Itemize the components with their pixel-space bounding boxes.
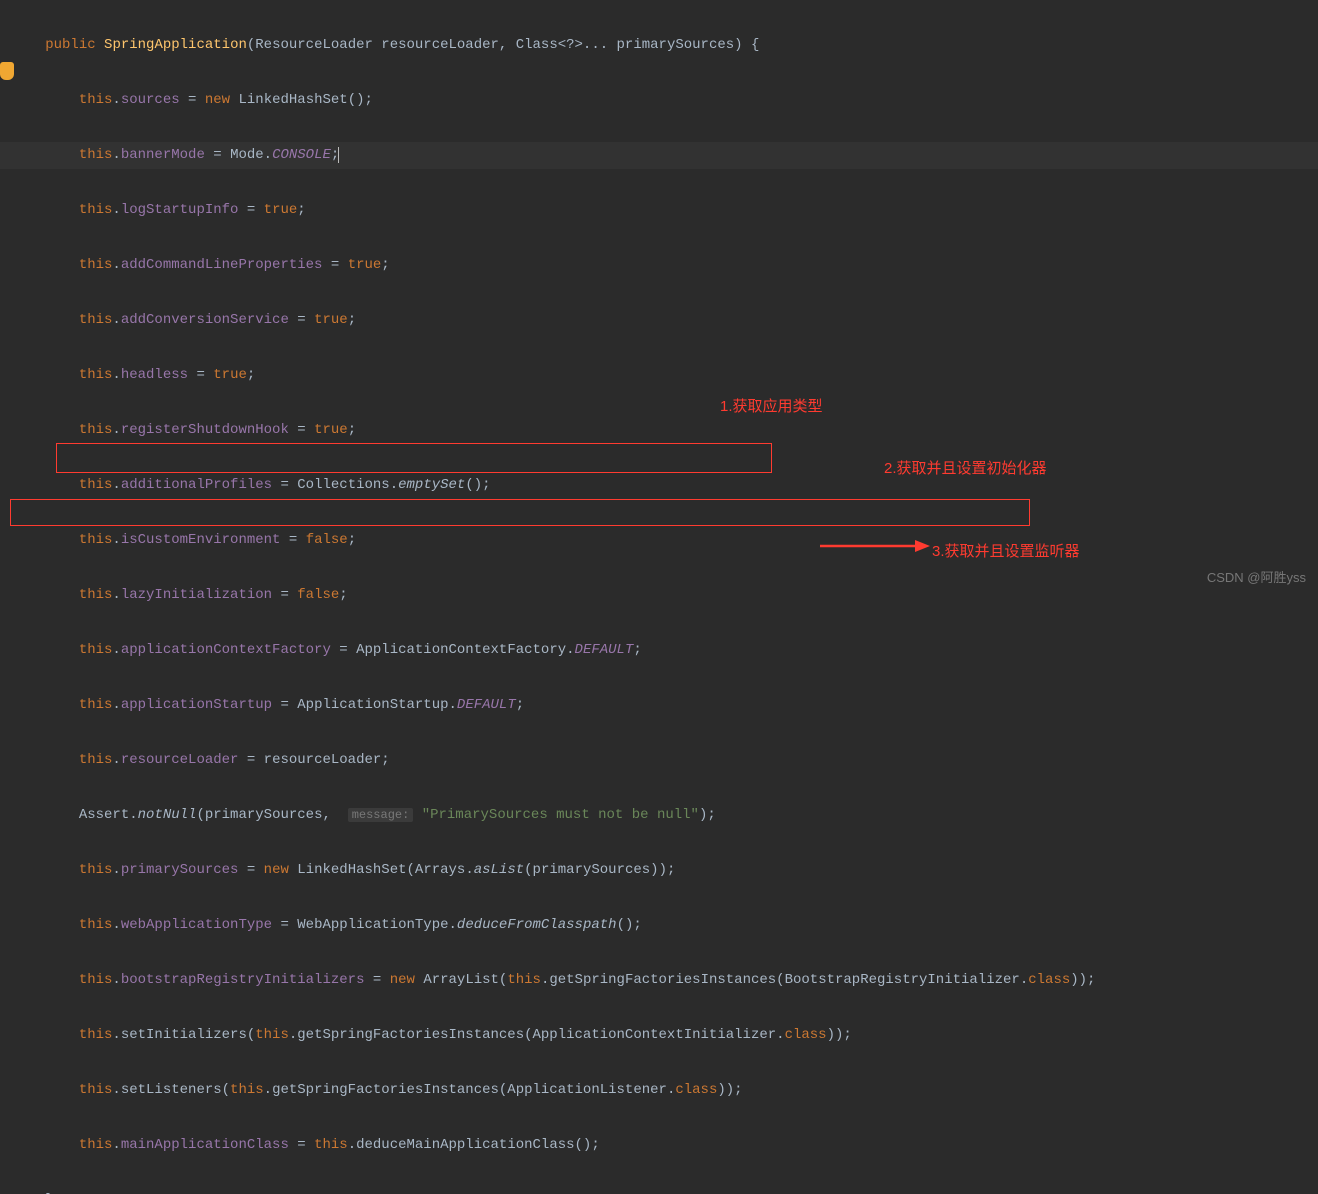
parameter-hint: message: [348,808,414,822]
code-line: this.primarySources = new LinkedHashSet(… [0,857,1318,885]
code-line: public SpringApplication(ResourceLoader … [0,32,1318,60]
watermark: CSDN @阿胜yss [1207,564,1306,592]
annotation-text-3: 3.获取并且设置监听器 [932,538,1080,566]
annotation-text-2: 2.获取并且设置初始化器 [884,455,1047,483]
code-line: this.logStartupInfo = true; [0,197,1318,225]
code-line: this.webApplicationType = WebApplication… [0,912,1318,940]
code-line-current: this.bannerMode = Mode.CONSOLE; [0,142,1318,170]
code-line: this.applicationStartup = ApplicationSta… [0,692,1318,720]
annotation-text-1: 1.获取应用类型 [720,393,823,421]
code-line: this.setListeners(this.getSpringFactorie… [0,1077,1318,1105]
code-line: this.bootstrapRegistryInitializers = new… [0,967,1318,995]
code-line: this.addCommandLineProperties = true; [0,252,1318,280]
code-line: this.applicationContextFactory = Applica… [0,637,1318,665]
code-line: this.additionalProfiles = Collections.em… [0,472,1318,500]
code-line: this.mainApplicationClass = this.deduceM… [0,1132,1318,1160]
code-line: this.setInitializers(this.getSpringFacto… [0,1022,1318,1050]
code-line: this.addConversionService = true; [0,307,1318,335]
code-line: this.isCustomEnvironment = false; [0,527,1318,555]
code-line: this.registerShutdownHook = true; [0,417,1318,445]
code-line: this.sources = new LinkedHashSet(); [0,87,1318,115]
code-line: this.headless = true; [0,362,1318,390]
code-line: Assert.notNull(primarySources, message: … [0,802,1318,830]
code-line: this.resourceLoader = resourceLoader; [0,747,1318,775]
code-line: } [0,1187,1318,1194]
code-line: this.lazyInitialization = false; [0,582,1318,610]
code-editor[interactable]: public SpringApplication(ResourceLoader … [0,0,1318,1194]
